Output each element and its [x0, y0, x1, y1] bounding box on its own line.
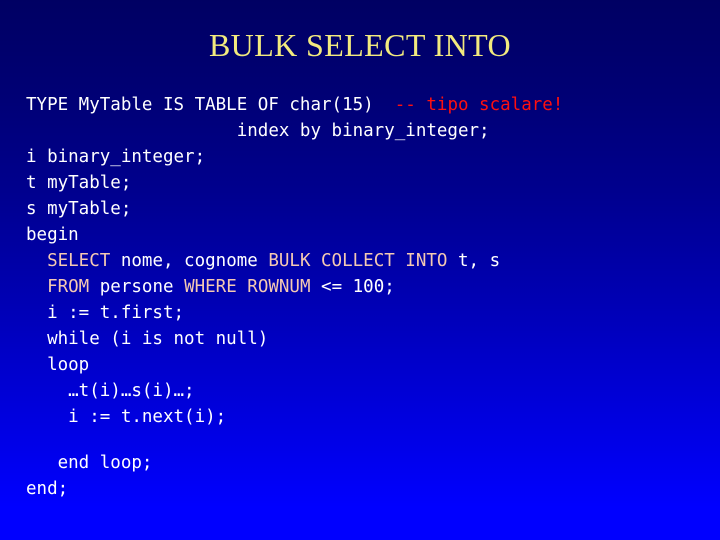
- page-title: BULK SELECT INTO: [208, 27, 512, 63]
- code-line: end;: [26, 476, 706, 502]
- code-token-plain: end;: [26, 479, 69, 499]
- code-token-plain: loop: [26, 355, 90, 375]
- code-token-plain: t myTable;: [26, 173, 132, 193]
- code-line: FROM persone WHERE ROWNUM <= 100;: [26, 274, 706, 300]
- code-line: i := t.next(i);: [26, 404, 706, 430]
- code-token-keyword: WHERE ROWNUM: [184, 277, 311, 297]
- code-token-plain: s myTable;: [26, 199, 132, 219]
- code-line: …t(i)…s(i)…;: [26, 378, 706, 404]
- code-line: i := t.first;: [26, 300, 706, 326]
- code-token-plain: while (i is not null): [26, 329, 269, 349]
- code-line: end loop;: [26, 450, 706, 476]
- code-token-plain: t, s: [447, 251, 501, 271]
- code-token-plain: begin: [26, 225, 79, 245]
- code-token-keyword: SELECT: [47, 251, 111, 271]
- code-token-plain: nome, cognome: [110, 251, 269, 271]
- code-token-plain: TYPE MyTable IS TABLE OF char(15): [26, 95, 395, 115]
- code-line: loop: [26, 352, 706, 378]
- code-block: TYPE MyTable IS TABLE OF char(15) -- tip…: [26, 92, 706, 502]
- code-token-plain: end loop;: [26, 453, 153, 473]
- code-token-keyword: BULK COLLECT INTO: [268, 251, 448, 271]
- code-token-plain: <= 100;: [310, 277, 395, 297]
- code-token-plain: i := t.first;: [26, 303, 185, 323]
- code-token-plain: …t(i)…s(i)…;: [26, 381, 195, 401]
- code-line: s myTable;: [26, 196, 706, 222]
- code-line: begin: [26, 222, 706, 248]
- code-line: t myTable;: [26, 170, 706, 196]
- code-line: TYPE MyTable IS TABLE OF char(15) -- tip…: [26, 92, 706, 118]
- code-token-plain: i binary_integer;: [26, 147, 206, 167]
- code-line: index by binary_integer;: [26, 118, 706, 144]
- code-token-comment: -- tipo scalare!: [394, 95, 564, 115]
- code-token-keyword: FROM: [47, 277, 90, 297]
- code-line: [26, 430, 706, 450]
- slide-canvas: BULK SELECT INTO TYPE MyTable IS TABLE O…: [0, 0, 720, 540]
- code-line: i binary_integer;: [26, 144, 706, 170]
- code-line: SELECT nome, cognome BULK COLLECT INTO t…: [26, 248, 706, 274]
- code-token-plain: persone: [89, 277, 185, 297]
- code-token-plain: i := t.next(i);: [26, 407, 227, 427]
- code-token-plain: index by binary_integer;: [26, 121, 490, 141]
- code-line: while (i is not null): [26, 326, 706, 352]
